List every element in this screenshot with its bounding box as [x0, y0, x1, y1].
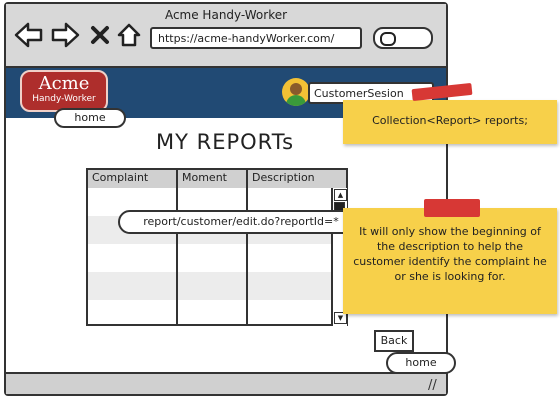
search-box[interactable]: [373, 27, 433, 49]
column-header-moment: Moment: [178, 170, 248, 188]
search-icon: [380, 32, 396, 46]
column-divider: [176, 170, 178, 324]
row-link-callout: report/customer/edit.do?reportId=*: [118, 210, 364, 234]
table-row[interactable]: [88, 300, 332, 324]
back-arrow-icon[interactable]: [14, 22, 44, 53]
scroll-up-icon[interactable]: ▲: [334, 189, 347, 201]
user-session-label: CustomerSesion: [314, 87, 404, 100]
window-title: Acme Handy-Worker: [164, 8, 288, 22]
resize-grip-icon[interactable]: //: [428, 378, 437, 393]
tape-strip: [424, 199, 480, 217]
table-row[interactable]: [88, 244, 332, 272]
site-logo[interactable]: Acme Handy-Worker: [20, 70, 108, 112]
column-header-complaint: Complaint: [88, 170, 178, 188]
home-icon[interactable]: [116, 22, 142, 53]
back-button[interactable]: Back: [374, 330, 414, 352]
sticky-note-description: It will only show the beginning of the d…: [343, 208, 557, 314]
back-link-callout: home: [386, 352, 456, 374]
browser-status-bar: [6, 372, 446, 394]
sticky-note-collection: Collection<Report> reports;: [343, 100, 557, 144]
logo-text: Acme: [38, 73, 90, 94]
url-bar[interactable]: https://acme-handyWorker.com/: [150, 27, 362, 49]
column-header-description: Description: [248, 170, 346, 188]
table-row[interactable]: [88, 272, 332, 300]
logo-subtext: Handy-Worker: [32, 94, 96, 104]
reports-table: Complaint Moment Description: [86, 168, 348, 326]
column-divider: [246, 170, 248, 324]
close-icon[interactable]: [90, 22, 110, 53]
logo-link-callout: home: [54, 108, 126, 128]
user-avatar-icon[interactable]: [282, 78, 310, 106]
forward-arrow-icon[interactable]: [50, 22, 80, 53]
